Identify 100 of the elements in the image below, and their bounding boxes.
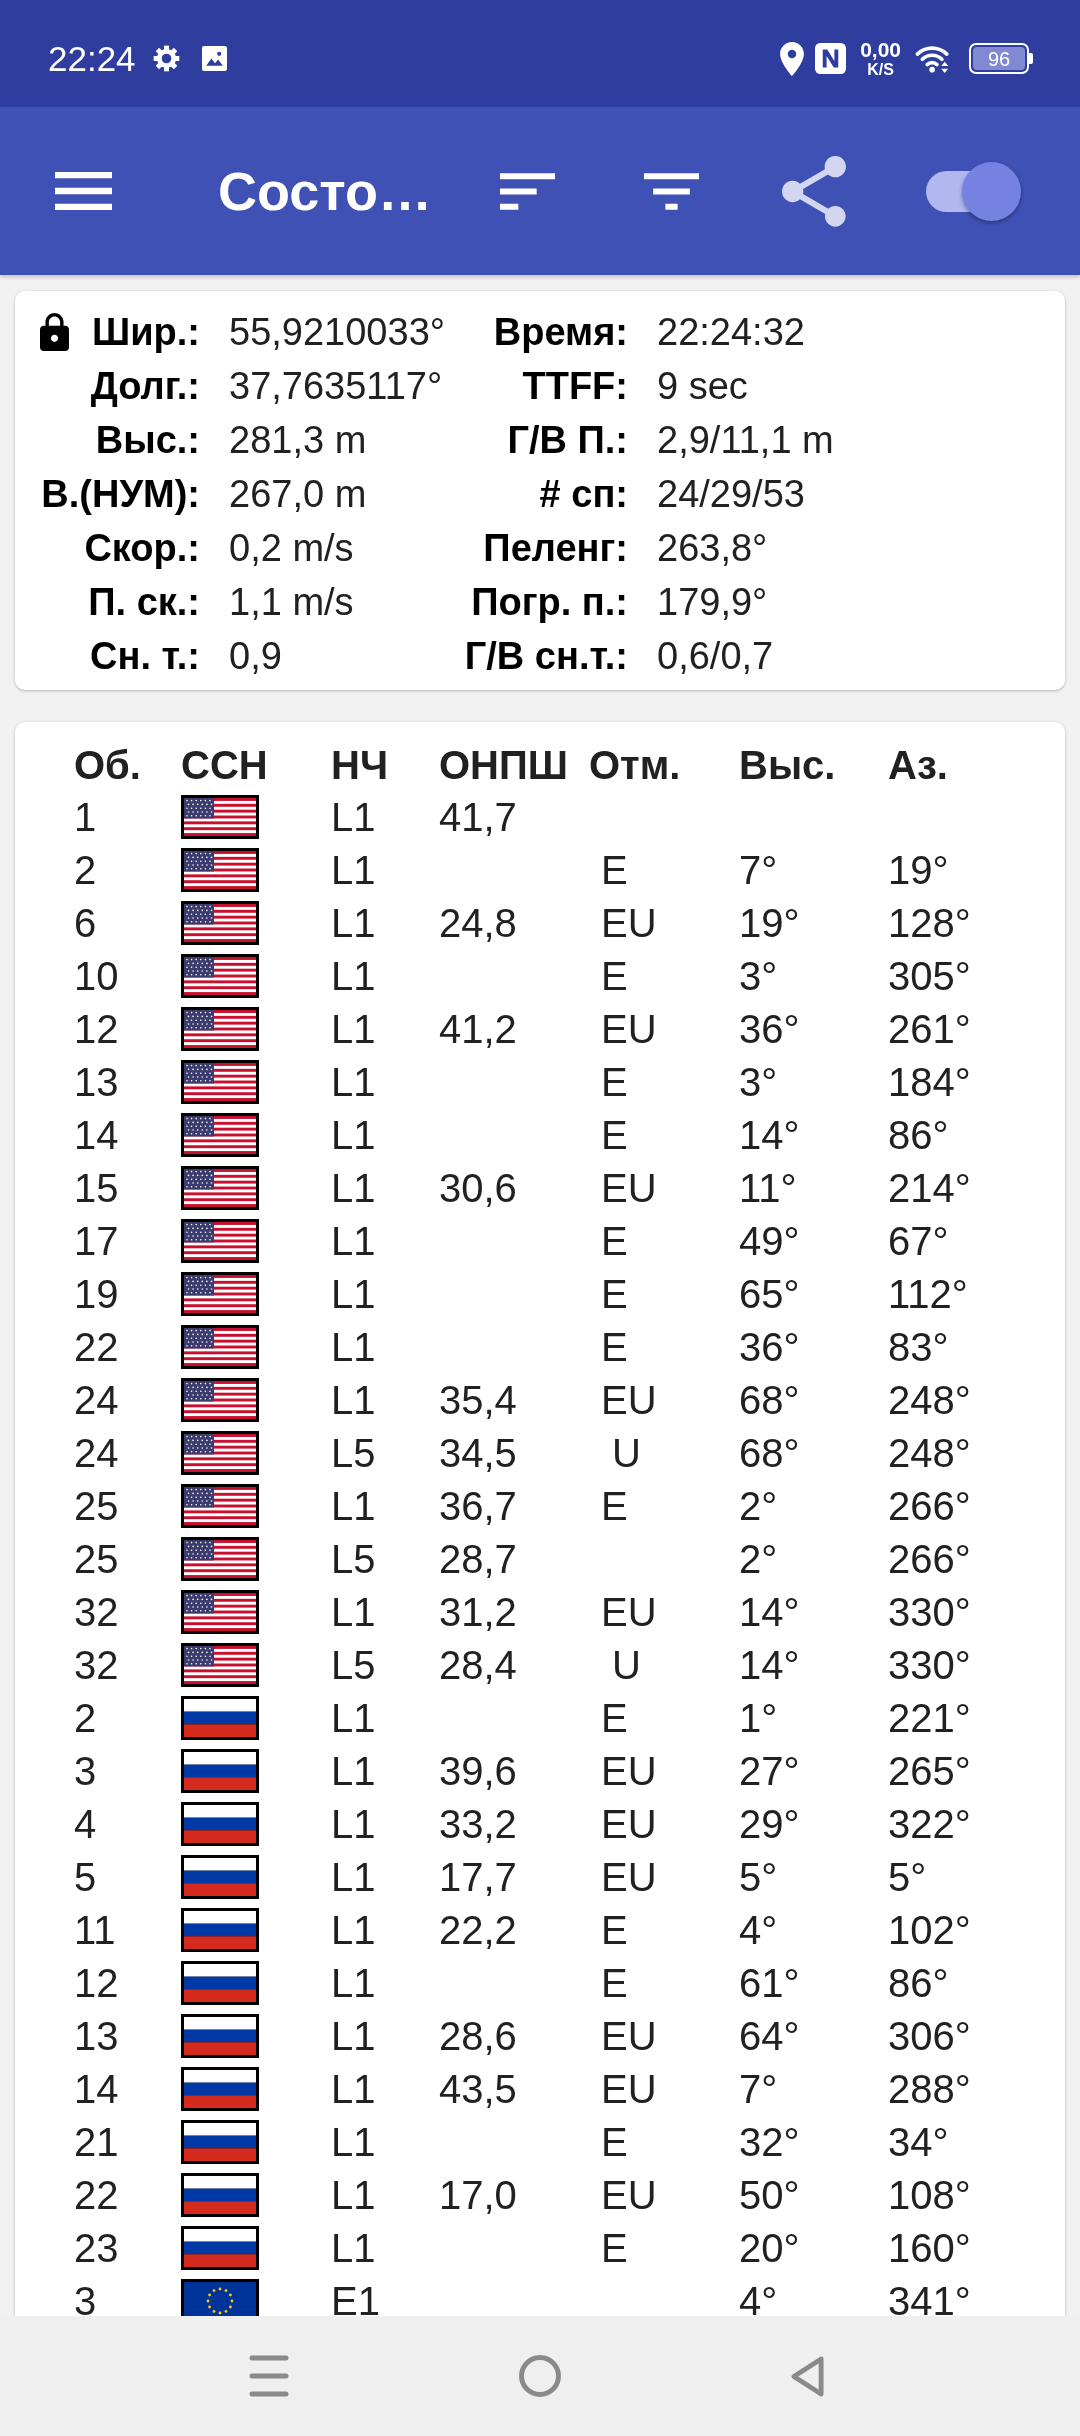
nfc-icon <box>815 43 847 74</box>
status-time: 22:24 <box>48 41 136 76</box>
table-cell-text: EU <box>600 2068 657 2109</box>
table-cell: 305° <box>888 955 971 996</box>
table-cell: 25 <box>74 1538 119 1579</box>
table-cell: 108° <box>888 2174 971 2215</box>
table-cell: 24,8 <box>439 902 517 943</box>
us-flag-icon <box>181 794 259 839</box>
table-cell-text: EU <box>600 2015 657 2056</box>
table-cell: 68° <box>739 1432 800 1473</box>
field-label: Выс.: <box>95 421 200 459</box>
column-header: Об. <box>74 745 141 785</box>
us-flag-icon <box>181 1483 259 1528</box>
table-cell: 28,7 <box>439 1538 517 1579</box>
table-cell: 61° <box>739 1962 800 2003</box>
table-cell: 41,2 <box>439 1008 517 1049</box>
field-value: 2,9/11,1 m <box>657 421 834 459</box>
table-cell: 221° <box>888 1697 971 1738</box>
table-cell: L1 <box>331 2174 376 2215</box>
russian-flag-icon <box>181 2119 259 2164</box>
table-cell: L1 <box>331 2121 376 2162</box>
table-cell: 24 <box>74 1432 119 1473</box>
column-header: ССН <box>181 745 268 785</box>
table-cell: 86° <box>888 1962 949 2003</box>
table-cell: L1 <box>331 1591 376 1632</box>
table-cell: L5 <box>331 1644 376 1685</box>
table-cell: 2° <box>739 1538 778 1579</box>
back-button[interactable] <box>790 2354 825 2398</box>
table-cell: E1 <box>331 2280 380 2316</box>
home-icon <box>519 2355 561 2397</box>
table-cell: L1 <box>331 1697 376 1738</box>
us-flag-icon <box>181 1006 259 1051</box>
filter-button[interactable] <box>644 172 699 210</box>
field-label: # сп: <box>539 475 628 513</box>
table-cell: 68° <box>739 1379 800 1420</box>
us-flag-icon <box>181 1218 259 1263</box>
table-cell: L1 <box>331 955 376 996</box>
table-cell-text: U <box>611 1432 641 1473</box>
table-cell: L5 <box>331 1538 376 1579</box>
field-value: 0,9 <box>229 637 282 675</box>
column-header: Отм. <box>589 745 681 785</box>
table-cell: 330° <box>888 1591 971 1632</box>
wifi-icon <box>915 44 952 73</box>
table-cell: 30,6 <box>439 1167 517 1208</box>
table-cell: 15 <box>74 1167 119 1208</box>
table-cell: 36° <box>739 1326 800 1367</box>
menu-button[interactable] <box>55 172 112 210</box>
table-cell: 341° <box>888 2280 971 2316</box>
table-cell: 33,2 <box>439 1803 517 1844</box>
table-cell: 4° <box>739 2280 778 2316</box>
toggle-switch[interactable] <box>926 161 1021 221</box>
table-cell: 31,2 <box>439 1591 517 1632</box>
table-cell: 65° <box>739 1273 800 1314</box>
table-cell-text: EU <box>600 1008 657 1049</box>
table-cell: L1 <box>331 1485 376 1526</box>
home-button[interactable] <box>519 2355 561 2397</box>
table-cell: L1 <box>331 1962 376 2003</box>
table-cell: 24 <box>74 1379 119 1420</box>
battery-level: 96 <box>987 48 1011 69</box>
table-cell-text: E <box>600 955 628 996</box>
table-cell: 5° <box>739 1856 778 1897</box>
table-cell: 19 <box>74 1273 119 1314</box>
column-header: Выс. <box>739 745 836 785</box>
table-cell: 2 <box>74 1697 97 1738</box>
table-cell: L1 <box>331 1909 376 1950</box>
table-cell: 14 <box>74 1114 119 1155</box>
table-cell-text: EU <box>600 1379 657 1420</box>
table-cell: 322° <box>888 1803 971 1844</box>
table-cell: 3° <box>739 955 778 996</box>
table-cell: 36° <box>739 1008 800 1049</box>
table-cell: 17,0 <box>439 2174 517 2215</box>
table-cell: L1 <box>331 796 376 837</box>
table-cell: 13 <box>74 2015 119 2056</box>
settings-icon <box>152 45 180 72</box>
table-cell: 12 <box>74 1962 119 2003</box>
field-value: 0,6/0,7 <box>657 637 774 675</box>
table-cell: 266° <box>888 1485 971 1526</box>
field-label: Время: <box>493 313 628 351</box>
table-cell: 266° <box>888 1538 971 1579</box>
us-flag-icon <box>181 1112 259 1157</box>
table-cell: L1 <box>331 1750 376 1791</box>
table-cell: 3° <box>739 1061 778 1102</box>
recents-button[interactable] <box>249 2355 289 2397</box>
table-cell: L1 <box>331 2068 376 2109</box>
table-cell: 2° <box>739 1485 778 1526</box>
table-cell-text: E <box>600 1220 628 1261</box>
table-cell-text: E <box>600 1962 628 2003</box>
share-button[interactable] <box>782 155 846 227</box>
table-cell: 7° <box>739 849 778 890</box>
table-cell-text: U <box>611 1644 641 1685</box>
us-flag-icon <box>181 1377 259 1422</box>
table-cell-text: E <box>600 1909 628 1950</box>
location-pin-icon <box>780 41 805 76</box>
table-cell: 67° <box>888 1220 949 1261</box>
table-cell: 13 <box>74 1061 119 1102</box>
share-icon <box>782 155 846 227</box>
table-cell: 28,4 <box>439 1644 517 1685</box>
table-cell: 1 <box>74 796 97 837</box>
sort-button[interactable] <box>500 172 555 210</box>
field-value: 263,8° <box>657 529 768 567</box>
